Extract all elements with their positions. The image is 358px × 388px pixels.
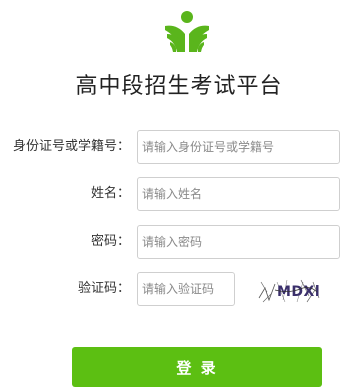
captcha-label: 验证码： bbox=[77, 281, 130, 296]
name-row: 姓名： bbox=[0, 177, 358, 211]
captcha-image[interactable]: MDXl bbox=[257, 276, 321, 304]
password-input[interactable] bbox=[137, 225, 340, 259]
captcha-text: MDXl bbox=[277, 284, 320, 300]
id-number-input[interactable] bbox=[137, 130, 340, 164]
login-button[interactable]: 登 录 bbox=[72, 347, 322, 387]
captcha-input[interactable] bbox=[137, 272, 235, 306]
id-label: 身份证号或学籍号： bbox=[12, 139, 130, 154]
sprout-logo-icon bbox=[165, 11, 209, 52]
id-row: 身份证号或学籍号： bbox=[0, 130, 358, 164]
name-input[interactable] bbox=[137, 177, 340, 211]
captcha-row: 验证码： MDXl bbox=[0, 272, 358, 306]
page-title: 高中段招生考试平台 bbox=[75, 74, 283, 99]
name-label: 姓名： bbox=[90, 186, 130, 201]
login-page: 高中段招生考试平台 身份证号或学籍号： 姓名： 密码： 验证码： MDXl 登 … bbox=[0, 0, 358, 388]
password-label: 密码： bbox=[90, 234, 130, 249]
password-row: 密码： bbox=[0, 225, 358, 259]
